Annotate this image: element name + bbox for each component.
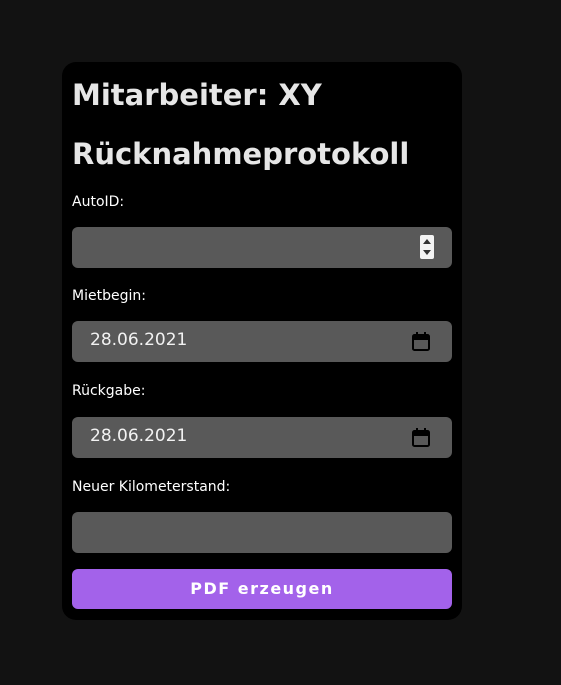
- mietbeginn-label: Mietbegin:: [72, 288, 146, 304]
- generate-pdf-button[interactable]: PDF erzeugen: [72, 569, 452, 609]
- rueckgabe-date-input[interactable]: 28.06.2021: [72, 417, 452, 458]
- kilometerstand-input[interactable]: [72, 512, 452, 553]
- kilometerstand-label: Neuer Kilometerstand:: [72, 479, 231, 495]
- calendar-icon[interactable]: [412, 332, 430, 351]
- autoid-input[interactable]: [72, 227, 452, 268]
- number-spinner-icon[interactable]: [420, 235, 434, 259]
- spinner-up-icon[interactable]: [423, 239, 431, 244]
- form-title: Rücknahmeprotokoll: [72, 137, 410, 171]
- calendar-icon[interactable]: [412, 428, 430, 447]
- mietbeginn-date-input[interactable]: 28.06.2021: [72, 321, 452, 362]
- mietbeginn-value: 28.06.2021: [90, 330, 188, 350]
- rueckgabe-label: Rückgabe:: [72, 383, 146, 399]
- page-title: Mitarbeiter: XY: [72, 78, 322, 112]
- autoid-label: AutoID:: [72, 194, 125, 210]
- rueckgabe-value: 28.06.2021: [90, 426, 188, 446]
- spinner-down-icon[interactable]: [423, 250, 431, 255]
- protocol-form-card: Mitarbeiter: XY Rücknahmeprotokoll AutoI…: [62, 62, 462, 620]
